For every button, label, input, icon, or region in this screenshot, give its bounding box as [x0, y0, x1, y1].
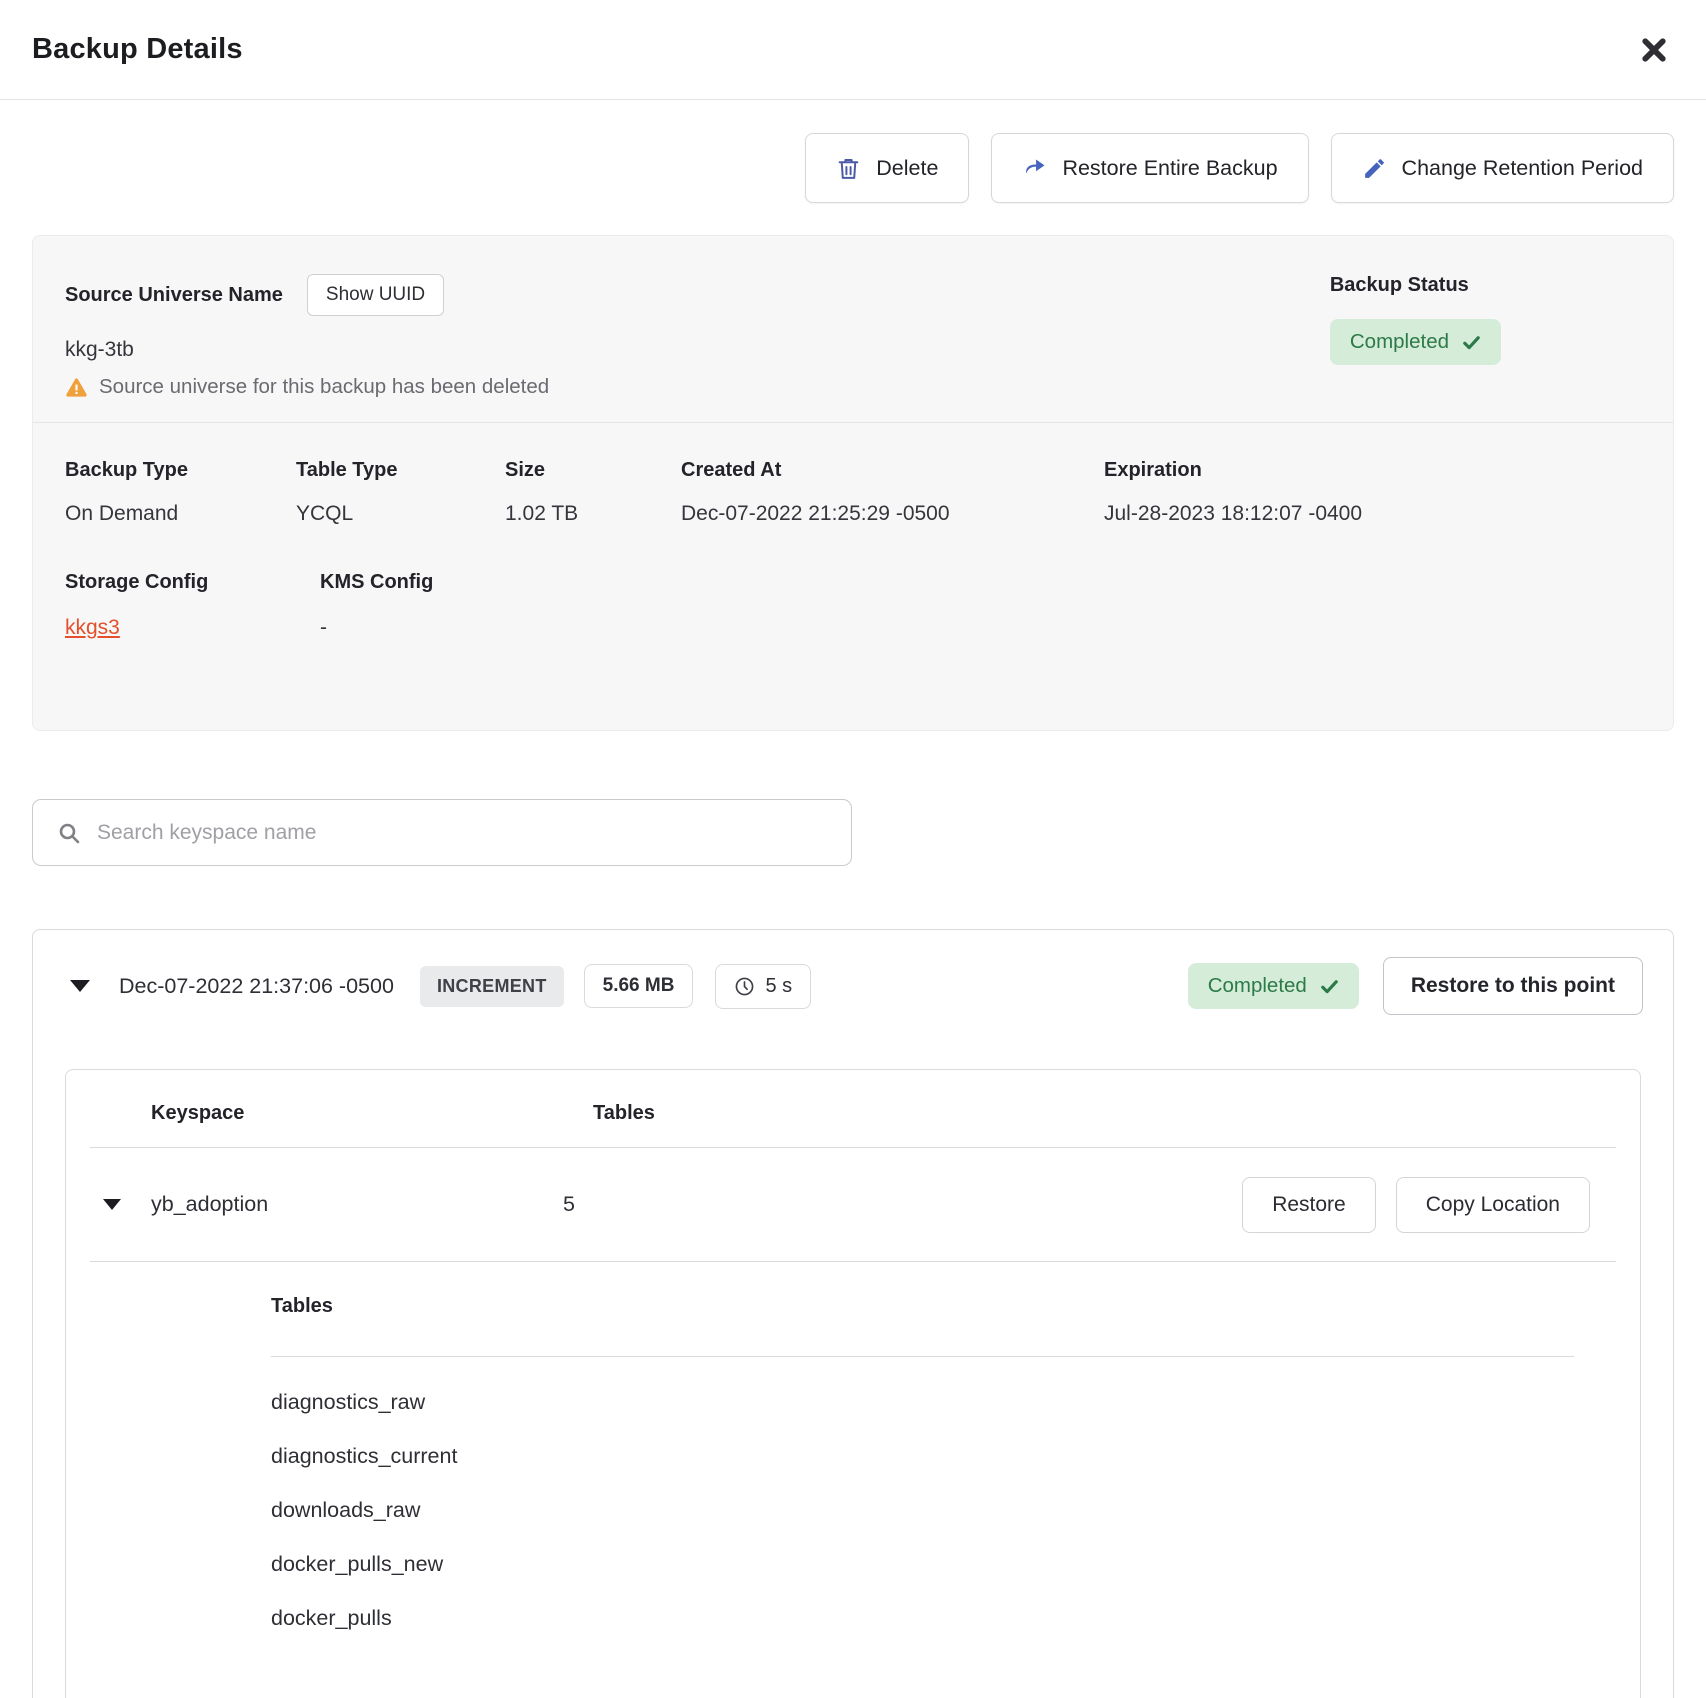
summary-fields-row: Backup Type On Demand Table Type YCQL Si… [33, 423, 1673, 526]
change-retention-period-label: Change Retention Period [1402, 156, 1643, 181]
size-field: Size 1.02 TB [505, 459, 681, 526]
pencil-icon [1362, 156, 1387, 181]
page-title: Backup Details [32, 33, 243, 66]
increment-collapse-caret-icon[interactable] [70, 980, 90, 992]
close-icon [1639, 35, 1669, 65]
search-icon [57, 821, 81, 845]
keyspace-table-header: Keyspace Tables [66, 1070, 1640, 1147]
summary-panel: Source Universe Name Show UUID kkg-3tb S… [32, 235, 1674, 731]
keyspace-name: yb_adoption [151, 1192, 563, 1217]
increment-duration-badge: 5 s [715, 964, 811, 1009]
restore-keyspace-button[interactable]: Restore [1242, 1177, 1376, 1233]
toolbar: Delete Restore Entire Backup Change Rete… [32, 133, 1674, 203]
kms-config-field: KMS Config - [320, 571, 433, 640]
copy-location-button[interactable]: Copy Location [1396, 1177, 1590, 1233]
restore-arrow-icon [1022, 156, 1047, 181]
tables-list: diagnostics_raw diagnostics_current down… [271, 1375, 1574, 1645]
table-list-item: docker_pulls [271, 1591, 1574, 1645]
backup-status-label: Backup Status [1330, 274, 1469, 297]
table-list-item: diagnostics_current [271, 1429, 1574, 1483]
increment-size-badge: 5.66 MB [584, 964, 694, 1008]
source-universe-name: kkg-3tb [65, 338, 549, 362]
backup-status-block: Backup Status Completed [1330, 274, 1501, 399]
warning-icon [65, 376, 88, 399]
backup-status-badge: Completed [1330, 319, 1501, 365]
keyspace-table-card: Keyspace Tables yb_adoption 5 Restore Co… [65, 1069, 1641, 1698]
increment-type-badge: INCREMENT [420, 966, 564, 1007]
keyspace-search[interactable] [32, 799, 852, 866]
trash-icon [836, 156, 861, 181]
table-list-item: diagnostics_raw [271, 1375, 1574, 1429]
modal-header: Backup Details [0, 0, 1706, 100]
keyspace-table-count: 5 [563, 1192, 575, 1217]
change-retention-period-button[interactable]: Change Retention Period [1331, 133, 1674, 203]
storage-config-link[interactable]: kkgs3 [65, 616, 120, 639]
table-type-field: Table Type YCQL [296, 459, 505, 526]
backup-type-field: Backup Type On Demand [65, 459, 296, 526]
summary-top-section: Source Universe Name Show UUID kkg-3tb S… [33, 236, 1673, 422]
delete-button-label: Delete [876, 156, 938, 181]
check-icon [1320, 977, 1339, 996]
backup-status-value: Completed [1350, 330, 1449, 354]
tables-column-header: Tables [593, 1102, 655, 1125]
increment-timestamp: Dec-07-2022 21:37:06 -0500 [119, 974, 394, 999]
show-uuid-button[interactable]: Show UUID [307, 274, 444, 316]
keyspace-row: yb_adoption 5 Restore Copy Location [66, 1148, 1640, 1261]
source-universe-label: Source Universe Name [65, 284, 283, 307]
tables-sublist: Tables diagnostics_raw diagnostics_curre… [66, 1262, 1640, 1645]
restore-entire-backup-label: Restore Entire Backup [1062, 156, 1277, 181]
backup-details-modal: Backup Details Delete Restore Entire Bac… [0, 0, 1706, 1698]
divider [271, 1356, 1574, 1357]
keyspace-collapse-caret-icon[interactable] [103, 1199, 121, 1210]
restore-to-this-point-button[interactable]: Restore to this point [1383, 957, 1643, 1015]
clock-icon [734, 976, 755, 997]
increment-status-value: Completed [1208, 974, 1307, 998]
increment-status-badge: Completed [1188, 963, 1359, 1009]
universe-deleted-warning: Source universe for this backup has been… [65, 375, 549, 399]
search-input[interactable] [97, 821, 827, 845]
summary-config-row: Storage Config kkgs3 KMS Config - [33, 571, 1673, 730]
expiration-field: Expiration Jul-28-2023 18:12:07 -0400 [1104, 459, 1362, 526]
increment-row: Dec-07-2022 21:37:06 -0500 INCREMENT 5.6… [33, 956, 1673, 1016]
source-universe-block: Source Universe Name Show UUID kkg-3tb S… [65, 274, 549, 399]
delete-button[interactable]: Delete [805, 133, 969, 203]
warning-text: Source universe for this backup has been… [99, 375, 549, 399]
increment-card: Dec-07-2022 21:37:06 -0500 INCREMENT 5.6… [32, 929, 1674, 1698]
check-icon [1462, 333, 1481, 352]
table-list-item: docker_pulls_new [271, 1537, 1574, 1591]
storage-config-field: Storage Config kkgs3 [65, 571, 320, 640]
close-button[interactable] [1634, 30, 1674, 70]
created-at-field: Created At Dec-07-2022 21:25:29 -0500 [681, 459, 1104, 526]
restore-entire-backup-button[interactable]: Restore Entire Backup [991, 133, 1308, 203]
tables-sublist-header: Tables [271, 1295, 1574, 1318]
table-list-item: downloads_raw [271, 1483, 1574, 1537]
keyspace-column-header: Keyspace [151, 1102, 593, 1125]
